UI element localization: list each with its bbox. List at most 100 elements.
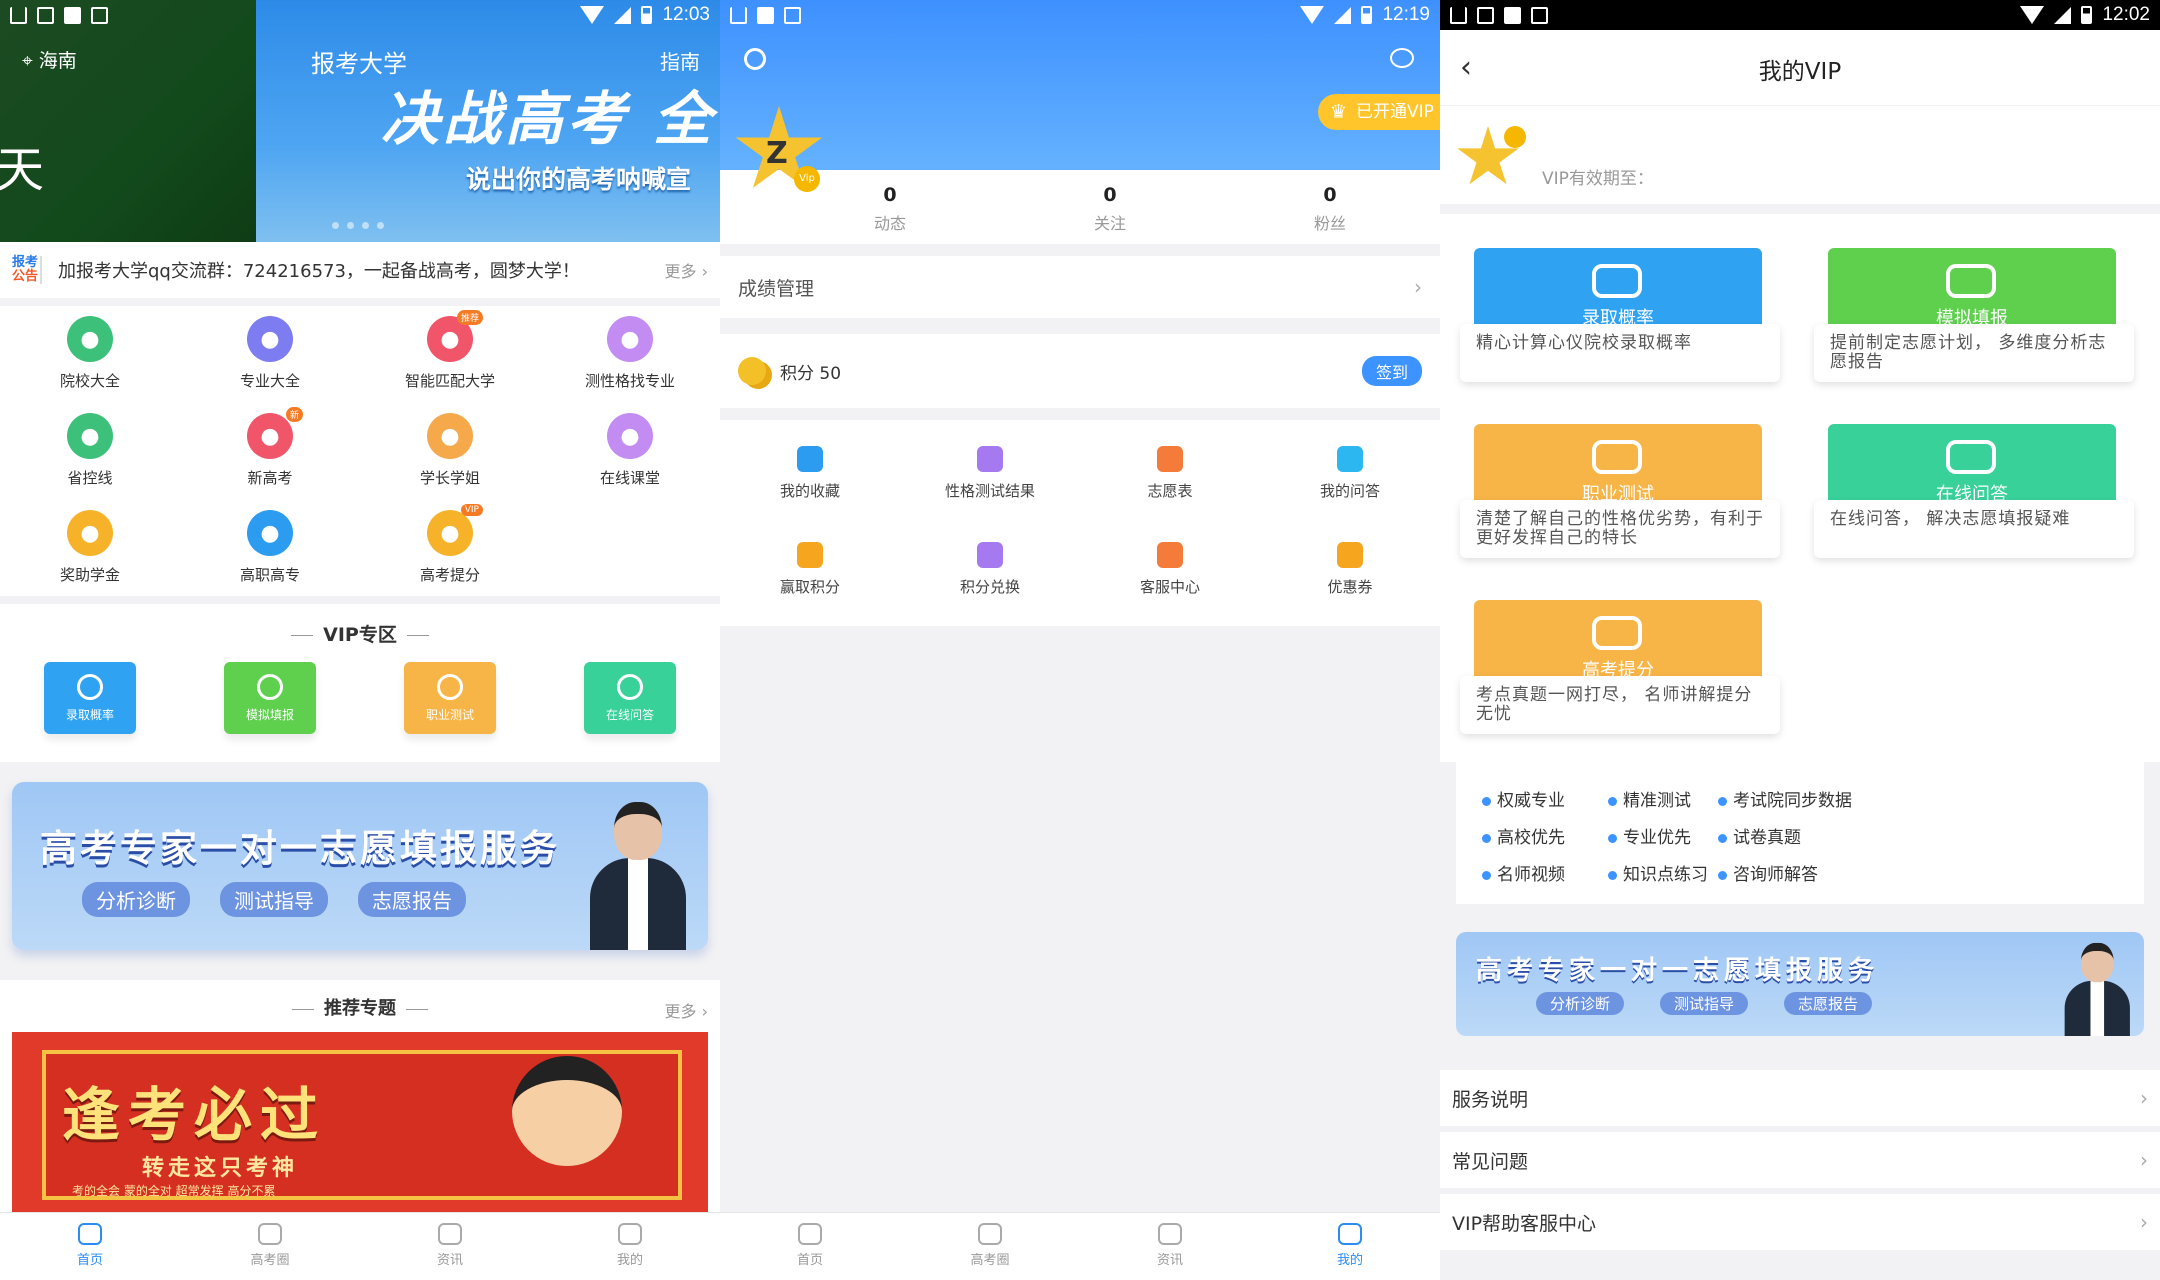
profile-grid-item[interactable]: 我的收藏 <box>720 446 900 501</box>
profile-grid-item[interactable]: 性格测试结果 <box>900 446 1080 501</box>
feature-item: 精准测试 <box>1608 786 1691 811</box>
tab-news[interactable]: 资讯 <box>1080 1213 1260 1280</box>
profile-item-icon <box>1337 446 1363 472</box>
message-icon[interactable] <box>1390 48 1414 68</box>
vip-card[interactable]: 录取概率 <box>44 662 136 734</box>
vip-card-icon <box>77 674 103 700</box>
profile-grid-item[interactable]: 优惠券 <box>1260 542 1440 597</box>
profile-item-label: 性格测试结果 <box>944 482 1035 500</box>
expert-promo-banner[interactable]: 高考专家一对一志愿填报服务 分析诊断 测试指导 志愿报告 <box>12 782 708 950</box>
grid-item[interactable]: ● 测性格找专业 <box>540 316 720 391</box>
image-icon <box>1477 6 1494 24</box>
status-bar: 12:02 <box>1440 0 2160 30</box>
vip-benefit-card[interactable]: 高考提分 考点真题一网打尽， 名师讲解提分无忧 <box>1450 580 1790 734</box>
grid-item[interactable]: ● 学长学姐 <box>360 413 540 488</box>
tab-label: 首页 <box>76 1253 103 1268</box>
profile-grid-item[interactable]: 志愿表 <box>1080 446 1260 501</box>
vip-section-title: VIP专区 <box>0 604 720 647</box>
avatar[interactable]: Z Vip <box>734 106 824 196</box>
banner-right-slide: 报考大学 指南 决战高考 全 说出你的高考呐喊宣 <box>256 0 720 242</box>
battery-icon <box>1361 6 1373 24</box>
tab-label: 我的 <box>616 1253 643 1268</box>
tab-home[interactable]: 首页 <box>720 1213 900 1280</box>
vip-card[interactable]: 模拟填报 <box>224 662 316 734</box>
recommend-more-link[interactable]: 更多 › <box>665 998 709 1022</box>
service-description-row[interactable]: 服务说明 › <box>1440 1070 2160 1126</box>
vip-benefit-card[interactable]: 职业测试 清楚了解自己的性格优劣势，有利于更好发挥自己的特长 <box>1450 404 1790 558</box>
profile-item-label: 客服中心 <box>1139 578 1200 596</box>
warning-icon <box>10 6 27 24</box>
banner-title-right: 指南 <box>660 50 700 74</box>
vip-card[interactable]: 职业测试 <box>404 662 496 734</box>
chevron-right-icon: › <box>1414 275 1422 299</box>
profile-grid-item[interactable]: 赢取积分 <box>720 542 900 597</box>
grid-item[interactable]: ● 在线课堂 <box>540 413 720 488</box>
promo-pill: 测试指导 <box>220 882 328 917</box>
vip-help-center-row[interactable]: VIP帮助客服中心 › <box>1440 1194 2160 1250</box>
promo-title: 高考专家一对一志愿填报服务 <box>1476 956 1880 986</box>
grid-item-label: 专业大全 <box>239 372 300 390</box>
grid-item[interactable]: ● VIP 高考提分 <box>360 504 540 585</box>
star-icon: ● <box>607 316 653 362</box>
tab-home[interactable]: 首页 <box>0 1213 180 1280</box>
grid-item[interactable]: ● 省控线 <box>0 413 180 488</box>
grid-item[interactable]: ● 院校大全 <box>0 316 180 391</box>
grid-item-label: 智能匹配大学 <box>404 372 495 390</box>
my-vip-screen: 12:02 ‹ 我的VIP VIP有效期至： 录取概率 精心计算心仪院校录取概率模… <box>1440 0 2160 1280</box>
vip-card-icon <box>437 674 463 700</box>
tab-mine[interactable]: 我的 <box>540 1213 720 1280</box>
score-management-row[interactable]: 成绩管理 › <box>720 256 1440 318</box>
profile-grid-item[interactable]: 积分兑换 <box>900 542 1080 597</box>
grid-item[interactable]: ● 高职高专 <box>180 510 360 585</box>
settings-gear-icon[interactable] <box>744 48 766 70</box>
tab-mine[interactable]: 我的 <box>1260 1213 1440 1280</box>
stat-fans[interactable]: 0 粉丝 <box>1220 170 1440 244</box>
status-time: 12:19 <box>1382 4 1430 25</box>
vip-activated-badge[interactable]: 已开通VIP <box>1318 94 1440 130</box>
warning-icon <box>1450 6 1467 24</box>
vip-card[interactable]: 在线问答 <box>584 662 676 734</box>
notice-bar[interactable]: 报考 公告 加报考大学qq交流群：724216573，一起备战高考，圆梦大学！ 更… <box>0 242 720 298</box>
home-banner[interactable]: ⌖ 海南 天 报考大学 指南 决战高考 全 说出你的高考呐喊宣 <box>0 0 720 242</box>
benefit-description: 在线问答， 解决志愿填报疑难 <box>1814 500 2134 558</box>
vip-benefit-card[interactable]: 在线问答 在线问答， 解决志愿填报疑难 <box>1804 404 2144 558</box>
grid-item[interactable]: ● 新新高考 <box>180 407 360 488</box>
banner-pager <box>332 222 384 229</box>
vip-benefit-card[interactable]: 模拟填报 提前制定志愿计划， 多维度分析志愿报告 <box>1804 228 2144 382</box>
tab-label: 高考圈 <box>250 1253 290 1268</box>
grid-item[interactable]: ● 推荐 智能匹配大学 <box>360 310 540 391</box>
stat-value: 0 <box>1103 184 1117 206</box>
benefit-description: 清楚了解自己的性格优劣势，有利于更好发挥自己的特长 <box>1460 500 1780 558</box>
rocket-icon: ● VIP <box>427 504 483 556</box>
news-icon <box>1158 1223 1182 1245</box>
tab-circle[interactable]: 高考圈 <box>180 1213 360 1280</box>
profile-grid-item[interactable]: 我的问答 <box>1260 446 1440 501</box>
grid-item[interactable]: ● 专业大全 <box>180 316 360 391</box>
expert-promo-banner[interactable]: 高考专家一对一志愿填报服务 分析诊断 测试指导 志愿报告 <box>1456 932 2144 1036</box>
faq-row[interactable]: 常见问题 › <box>1440 1132 2160 1188</box>
benefit-icon <box>1946 440 1996 474</box>
tab-news[interactable]: 资讯 <box>360 1213 540 1280</box>
sign-in-button[interactable]: 签到 <box>1361 356 1422 386</box>
recommend-banner-sub: 转走这只考神 <box>142 1156 299 1181</box>
profile-grid-item[interactable]: 客服中心 <box>1080 542 1260 597</box>
feature-item: 咨询师解答 <box>1718 860 1818 885</box>
item-badge: VIP <box>460 504 483 516</box>
signal-icon <box>1334 6 1352 24</box>
vip-benefit-card[interactable]: 录取概率 精心计算心仪院校录取概率 <box>1450 228 1790 382</box>
benefit-icon <box>1592 440 1642 474</box>
tab-label: 首页 <box>796 1253 823 1268</box>
school-icon: ● <box>67 316 113 362</box>
play-icon: ● <box>607 413 653 459</box>
feature-grid: ● 院校大全 ● 专业大全 ● 推荐 智能匹配大学 ● 测性格找专业 ● 省控线 ● 新新高考 ● 学长学姐… <box>0 306 720 596</box>
vip-card-label: 模拟填报 <box>245 708 294 722</box>
recommend-banner[interactable]: 逢考必过 转走这只考神 考的全会 蒙的全对 超常发挥 高分不累 <box>12 1032 708 1212</box>
tab-circle[interactable]: 高考圈 <box>900 1213 1080 1280</box>
location-selector[interactable]: ⌖ 海南 <box>22 46 77 73</box>
grid-item-label: 高职高专 <box>239 566 300 584</box>
vip-card-icon <box>257 674 283 700</box>
notice-more-link[interactable]: 更多 › <box>665 258 709 282</box>
feature-item: 考试院同步数据 <box>1718 786 1852 811</box>
grid-item[interactable]: ● 奖助学金 <box>0 510 180 585</box>
stat-following[interactable]: 0 关注 <box>1000 170 1220 244</box>
